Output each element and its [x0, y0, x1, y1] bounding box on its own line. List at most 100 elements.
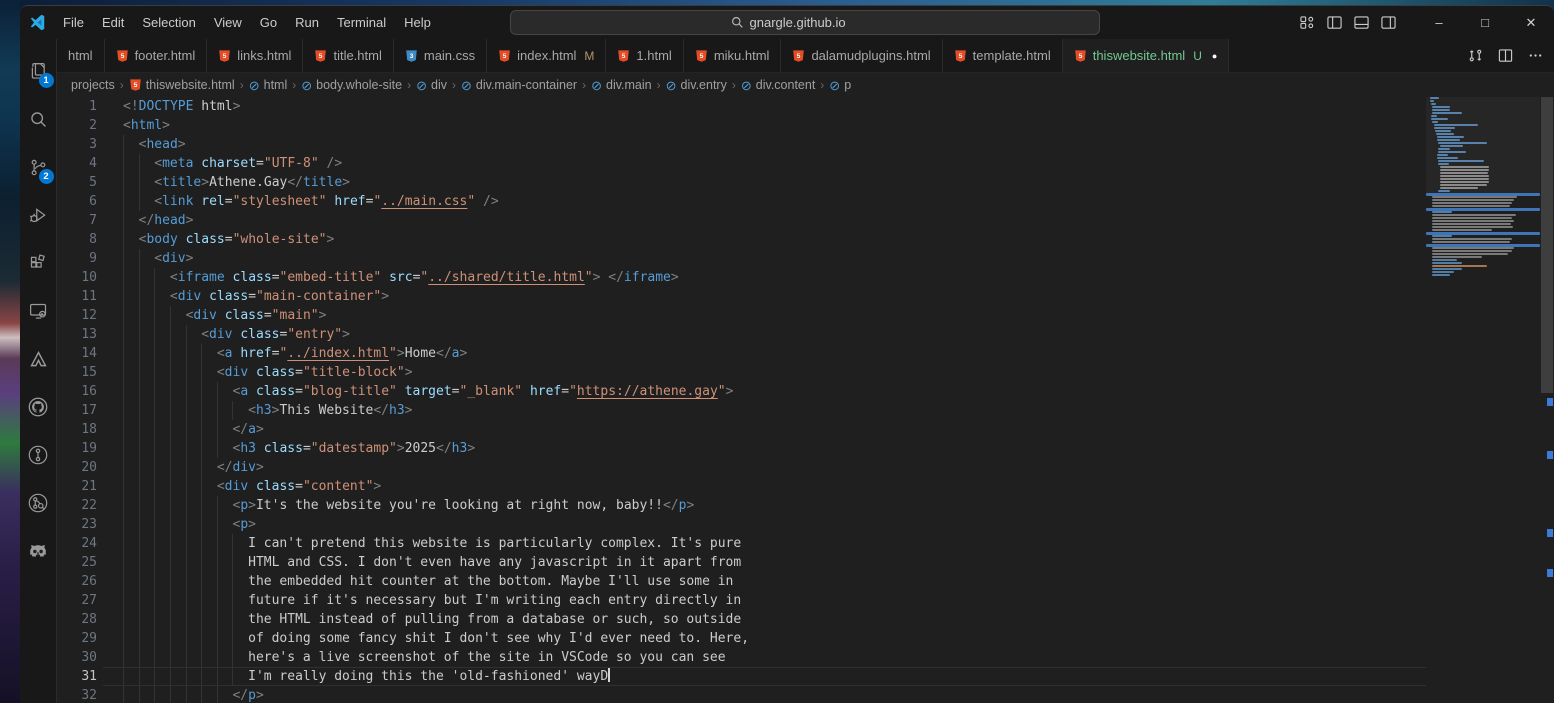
breadcrumb-item-html[interactable]: ⊘html	[249, 78, 288, 92]
code-line[interactable]: 10<iframe class="embed-title" src="../sh…	[57, 268, 1426, 287]
activity-gitlens[interactable]	[20, 431, 57, 479]
code-line[interactable]: 19<h3 class="datestamp">2025</h3>	[57, 439, 1426, 458]
activity-triangle-extension[interactable]	[20, 335, 57, 383]
tab-1.html[interactable]: 51.html	[606, 39, 683, 72]
breadcrumb-item-div[interactable]: ⊘div	[416, 78, 447, 92]
minimap[interactable]	[1426, 97, 1540, 703]
breadcrumb-item-div.main[interactable]: ⊘div.main	[591, 78, 652, 92]
tab-footer.html[interactable]: 5footer.html	[105, 39, 208, 72]
vertical-scrollbar[interactable]	[1540, 97, 1554, 703]
activity-remote-explorer[interactable]	[20, 287, 57, 335]
activity-search[interactable]	[20, 95, 57, 143]
breadcrumb-item-p[interactable]: ⊘p	[829, 78, 851, 92]
code-line[interactable]: 24I can't pretend this website is partic…	[57, 534, 1426, 553]
code-line[interactable]: 2<html>	[57, 116, 1426, 135]
minimize-button[interactable]: –	[1416, 6, 1462, 39]
indent-guide	[217, 439, 233, 458]
code-line[interactable]: 26the embedded hit counter at the bottom…	[57, 572, 1426, 591]
toggle-sidebar-icon[interactable]	[1321, 11, 1348, 35]
breadcrumb-item-thiswebsite.html[interactable]: 5thiswebsite.html	[129, 78, 235, 92]
tab-template.html[interactable]: 5template.html	[943, 39, 1063, 72]
code-line[interactable]: 3<head>	[57, 135, 1426, 154]
code-line[interactable]: 32</p>	[57, 686, 1426, 703]
tab-html[interactable]: html	[57, 39, 105, 72]
menu-file[interactable]: File	[54, 6, 93, 39]
breadcrumb-item-div.main-container[interactable]: ⊘div.main-container	[461, 78, 577, 92]
breadcrumb-item-projects[interactable]: projects	[71, 78, 115, 92]
tab-main.css[interactable]: 3main.css	[394, 39, 487, 72]
code-line[interactable]: 18</a>	[57, 420, 1426, 439]
code-line[interactable]: 12<div class="main">	[57, 306, 1426, 325]
code-line[interactable]: 8<body class="whole-site">	[57, 230, 1426, 249]
code-line[interactable]: 28the HTML instead of pulling from a dat…	[57, 610, 1426, 629]
activity-git-graph[interactable]	[20, 479, 57, 527]
indent-guide	[123, 268, 139, 287]
customize-layout-icon[interactable]	[1294, 11, 1321, 35]
code-line[interactable]: 4<meta charset="UTF-8" />	[57, 154, 1426, 173]
indent-guide	[232, 572, 248, 591]
code-line[interactable]: 31I'm really doing this the 'old-fashion…	[57, 667, 1426, 686]
breadcrumb-item-div.content[interactable]: ⊘div.content	[741, 78, 815, 92]
code-line[interactable]: 21<div class="content">	[57, 477, 1426, 496]
activity-extensions[interactable]	[20, 239, 57, 287]
line-content: <div>	[97, 249, 193, 268]
menu-selection[interactable]: Selection	[133, 6, 204, 39]
code-line[interactable]: 14<a href="../index.html">Home</a>	[57, 344, 1426, 363]
code-line[interactable]: 16<a class="blog-title" target="_blank" …	[57, 382, 1426, 401]
activity-explorer[interactable]: 1	[20, 47, 57, 95]
open-changes-icon[interactable]	[1462, 44, 1488, 68]
code-line[interactable]: 15<div class="title-block">	[57, 363, 1426, 382]
menu-help[interactable]: Help	[395, 6, 440, 39]
indent-guide	[123, 306, 139, 325]
more-actions-icon[interactable]	[1522, 44, 1548, 68]
menu-terminal[interactable]: Terminal	[328, 6, 395, 39]
scrollbar-slider[interactable]	[1541, 97, 1553, 393]
activity-run-debug[interactable]	[20, 191, 57, 239]
code-line[interactable]: 30here's a live screenshot of the site i…	[57, 648, 1426, 667]
code-line[interactable]: 25HTML and CSS. I don't even have any ja…	[57, 553, 1426, 572]
toggle-panel-icon[interactable]	[1348, 11, 1375, 35]
code-line[interactable]: 17<h3>This Website</h3>	[57, 401, 1426, 420]
code-line[interactable]: 22<p>It's the website you're looking at …	[57, 496, 1426, 515]
tab-links.html[interactable]: 5links.html	[207, 39, 303, 72]
menu-view[interactable]: View	[205, 6, 251, 39]
code-line[interactable]: 9<div>	[57, 249, 1426, 268]
tab-dalamudplugins.html[interactable]: 5dalamudplugins.html	[781, 39, 942, 72]
code-line[interactable]: 6<link rel="stylesheet" href="../main.cs…	[57, 192, 1426, 211]
code-line[interactable]: 7</head>	[57, 211, 1426, 230]
tab-title.html[interactable]: 5title.html	[303, 39, 393, 72]
code-view[interactable]: 1<!DOCTYPE html>2<html>3<head>4<meta cha…	[57, 97, 1426, 703]
code-line[interactable]: 23<p>	[57, 515, 1426, 534]
tab-thiswebsite.html[interactable]: 5thiswebsite.htmlU●	[1063, 39, 1230, 72]
menu-run[interactable]: Run	[286, 6, 328, 39]
symbol-element-icon: ⊘	[461, 79, 472, 92]
code-line[interactable]: 5<title>Athene.Gay</title>	[57, 173, 1426, 192]
code-line[interactable]: 29of doing some fancy shit I don't see w…	[57, 629, 1426, 648]
menu-edit[interactable]: Edit	[93, 6, 133, 39]
code-line[interactable]: 1<!DOCTYPE html>	[57, 97, 1426, 116]
activity-godot[interactable]	[20, 527, 57, 575]
activity-source-control[interactable]: 2	[20, 143, 57, 191]
breadcrumb-item-body.whole-site[interactable]: ⊘body.whole-site	[301, 78, 402, 92]
code-line[interactable]: 27future if it's necessary but I'm writi…	[57, 591, 1426, 610]
code-line[interactable]: 13<div class="entry">	[57, 325, 1426, 344]
code-line[interactable]: 11<div class="main-container">	[57, 287, 1426, 306]
tab-miku.html[interactable]: 5miku.html	[684, 39, 782, 72]
dirty-indicator-icon: ●	[1212, 51, 1217, 61]
indent-guide	[170, 458, 186, 477]
maximize-button[interactable]: □	[1462, 6, 1508, 39]
toggle-secondary-sidebar-icon[interactable]	[1375, 11, 1402, 35]
activity-github[interactable]	[20, 383, 57, 431]
menu-go[interactable]: Go	[251, 6, 286, 39]
indent-guide	[201, 477, 217, 496]
breadcrumb-label: div.main	[606, 78, 652, 92]
indent-guide	[217, 401, 233, 420]
code-line[interactable]: 20</div>	[57, 458, 1426, 477]
search-input[interactable]	[750, 15, 880, 30]
split-editor-icon[interactable]	[1492, 44, 1518, 68]
command-center-search[interactable]	[510, 10, 1100, 35]
tab-index.html[interactable]: 5index.htmlM	[487, 39, 606, 72]
breadcrumb-item-div.entry[interactable]: ⊘div.entry	[666, 78, 727, 92]
close-button[interactable]: ✕	[1508, 6, 1554, 39]
line-content: HTML and CSS. I don't even have any java…	[97, 553, 741, 572]
